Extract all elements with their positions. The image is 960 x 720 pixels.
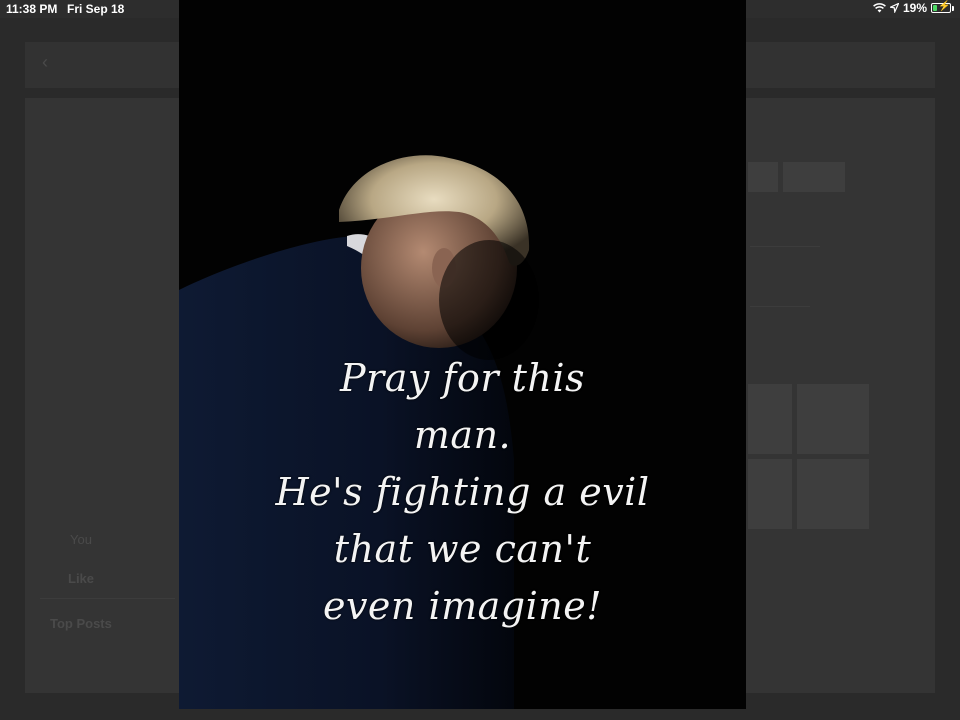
divider [750,246,820,247]
back-icon: ‹ [42,52,48,72]
caption-line: even imagine! [322,584,603,628]
background-photo-tile [797,459,869,529]
background-feed-column [25,98,180,693]
background-photo-tile [797,384,869,454]
background-thumbnail [748,162,778,192]
caption-line: He's fighting a evil [275,470,650,514]
like-button[interactable]: Like [68,571,94,586]
screen: ‹ You Like Top Posts 11:38 PM Fri Sep 18 [0,0,960,720]
caption-line: that we can't [333,527,592,571]
battery-percent: 19% [902,1,927,15]
photo-caption: Pray for this man. He's fighting a evil … [179,350,746,635]
divider [40,598,175,599]
background-photo-tile [748,384,792,454]
top-posts-heading: Top Posts [50,616,112,631]
shadow-shape [439,240,539,360]
divider [750,306,810,307]
caption-line: Pray for this [339,356,586,400]
status-indicators: 19% ⚡ [873,1,954,15]
wifi-icon [873,3,886,13]
reaction-count: You [70,532,92,547]
battery-charging-icon: ⚡ [931,1,951,13]
caption-line: man. [413,413,512,457]
location-arrow-icon [889,3,899,13]
status-date: Fri Sep 18 [67,2,125,16]
background-photo-tile [748,459,792,529]
photo-viewer-image[interactable]: Pray for this man. He's fighting a evil … [179,0,746,709]
battery-tip [952,5,954,11]
status-time: 11:38 PM [6,2,58,16]
background-thumbnail [783,162,845,192]
